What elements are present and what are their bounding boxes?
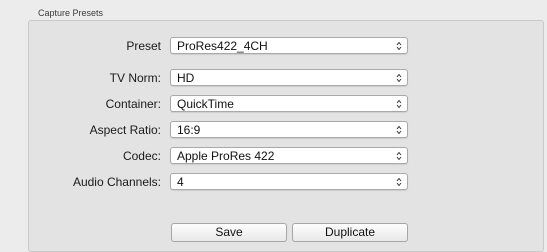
duplicate-button[interactable]: Duplicate — [292, 223, 408, 242]
container-value: QuickTime — [177, 97, 234, 111]
capture-presets-panel: Preset ProRes422_4CH TV Norm: HD Contain… — [28, 20, 544, 252]
audio-channels-label: Audio Channels: — [72, 175, 161, 189]
updown-chevron-icon — [396, 151, 402, 161]
preset-label: Preset — [126, 39, 161, 53]
audio-channels-row: Audio Channels: 4 — [29, 173, 543, 191]
updown-chevron-icon — [396, 177, 402, 187]
aspect-ratio-row: Aspect Ratio: 16:9 — [29, 121, 543, 139]
preset-row: Preset ProRes422_4CH — [29, 37, 543, 55]
aspect-ratio-value: 16:9 — [177, 123, 201, 137]
button-row: Save Duplicate — [29, 223, 543, 242]
updown-chevron-icon — [396, 99, 402, 109]
tv-norm-row: TV Norm: HD — [29, 69, 543, 87]
preset-select[interactable]: ProRes422_4CH — [170, 37, 408, 54]
preset-value: ProRes422_4CH — [177, 39, 268, 53]
aspect-ratio-select[interactable]: 16:9 — [170, 121, 408, 138]
tv-norm-value: HD — [177, 71, 195, 85]
codec-label: Codec: — [122, 149, 161, 163]
audio-channels-value: 4 — [177, 175, 184, 189]
tv-norm-label: TV Norm: — [109, 71, 161, 85]
updown-chevron-icon — [396, 73, 402, 83]
updown-chevron-icon — [396, 125, 402, 135]
save-button[interactable]: Save — [171, 223, 287, 242]
audio-channels-select[interactable]: 4 — [170, 173, 408, 190]
tv-norm-select[interactable]: HD — [170, 69, 408, 86]
codec-row: Codec: Apple ProRes 422 — [29, 147, 543, 165]
updown-chevron-icon — [396, 41, 402, 51]
codec-value: Apple ProRes 422 — [177, 149, 275, 163]
container-row: Container: QuickTime — [29, 95, 543, 113]
group-title-capture-presets: Capture Presets — [38, 8, 104, 18]
aspect-ratio-label: Aspect Ratio: — [89, 123, 161, 137]
container-select[interactable]: QuickTime — [170, 95, 408, 112]
codec-select[interactable]: Apple ProRes 422 — [170, 147, 408, 164]
container-label: Container: — [105, 97, 161, 111]
